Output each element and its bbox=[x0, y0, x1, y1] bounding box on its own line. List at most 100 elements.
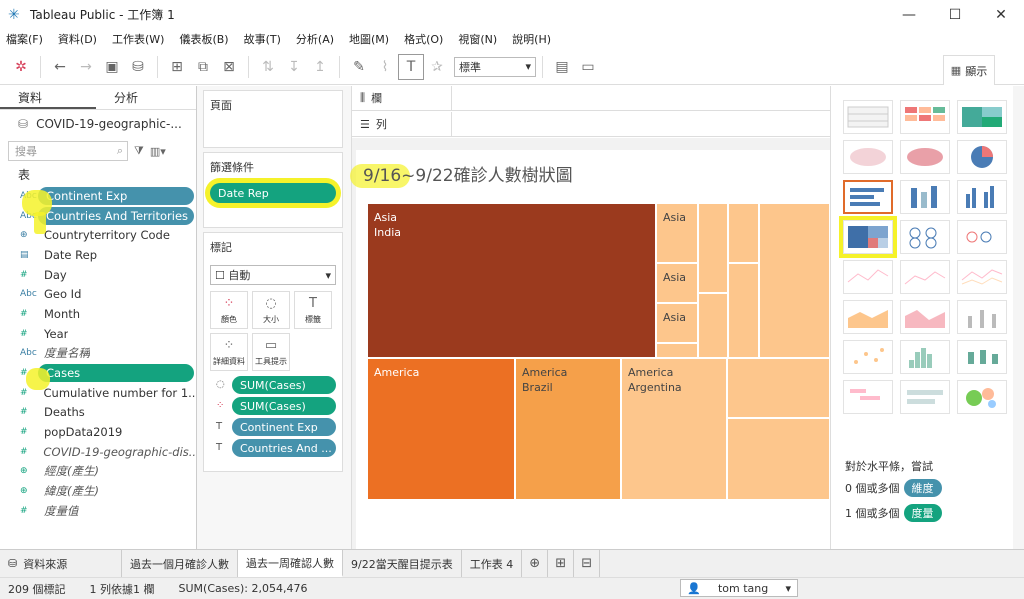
treemap-tile-asia-2[interactable]: Asia bbox=[656, 203, 698, 263]
chart-dual-line-icon[interactable] bbox=[957, 260, 1007, 294]
size-button[interactable]: ◌ 大小 bbox=[252, 291, 290, 329]
filters-card[interactable]: 篩選條件 Date Rep bbox=[203, 152, 343, 228]
duplicate-sheet-icon[interactable]: ⧉ bbox=[190, 54, 216, 80]
chart-treemap-icon[interactable] bbox=[843, 220, 893, 254]
menu-help[interactable]: 說明(H) bbox=[512, 31, 551, 47]
show-me-scrollbar[interactable] bbox=[1013, 86, 1024, 549]
treemap-tile-small[interactable] bbox=[728, 203, 759, 263]
filter-pill-date-rep[interactable]: Date Rep bbox=[210, 183, 336, 203]
chart-horizontal-bars-icon[interactable] bbox=[843, 180, 893, 214]
field-item[interactable]: Abc Geo Id bbox=[0, 284, 196, 304]
new-story-icon[interactable]: ⊟ bbox=[574, 550, 601, 577]
treemap-tile-small[interactable] bbox=[698, 203, 728, 293]
chart-side-by-side-bars-icon[interactable] bbox=[957, 180, 1007, 214]
treemap-tile-argentina[interactable]: America Argentina bbox=[621, 358, 727, 500]
tab-data[interactable]: 資料 bbox=[0, 86, 96, 109]
treemap-tile-india[interactable]: Asia India bbox=[367, 203, 656, 358]
sheet-tab[interactable]: 9/22當天醒目提示表 bbox=[343, 550, 462, 577]
view-options-icon[interactable]: ▥▾ bbox=[150, 145, 166, 158]
chart-histogram-icon[interactable] bbox=[900, 340, 950, 374]
menu-analysis[interactable]: 分析(A) bbox=[296, 31, 334, 47]
detail-button[interactable]: ⁘ 詳細資料 bbox=[210, 333, 248, 371]
field-item[interactable]: # popData2019 bbox=[0, 422, 196, 442]
label-button[interactable]: T 標籤 bbox=[294, 291, 332, 329]
show-cards-icon[interactable]: ▤ bbox=[549, 54, 575, 80]
chart-line-continuous-icon[interactable] bbox=[843, 260, 893, 294]
menu-worksheet[interactable]: 工作表(W) bbox=[112, 31, 164, 47]
new-dashboard-icon[interactable]: ⊞ bbox=[548, 550, 575, 577]
field-item[interactable]: ⊕ Countryterritory Code bbox=[0, 225, 196, 245]
tab-analytics[interactable]: 分析 bbox=[96, 86, 192, 109]
close-icon[interactable]: ✕ bbox=[978, 0, 1024, 29]
tab-data-source[interactable]: ⛁ 資料來源 bbox=[0, 550, 122, 577]
chart-stacked-bars-icon[interactable] bbox=[900, 180, 950, 214]
maximize-icon[interactable]: ☐ bbox=[932, 0, 978, 29]
redo-icon[interactable]: → bbox=[73, 54, 99, 80]
menu-format[interactable]: 格式(O) bbox=[404, 31, 443, 47]
chart-dual-combination-icon[interactable] bbox=[957, 300, 1007, 334]
field-item[interactable]: # Year bbox=[0, 324, 196, 344]
sort-descending-icon[interactable]: ↥ bbox=[307, 54, 333, 80]
sheet-tab[interactable]: 工作表 4 bbox=[462, 550, 523, 577]
fit-select[interactable]: 標準 ▾ bbox=[454, 56, 536, 77]
tooltip-button[interactable]: ▭ 工具提示 bbox=[252, 333, 290, 371]
chart-symbol-map-icon[interactable] bbox=[843, 140, 893, 174]
treemap-tile-small[interactable] bbox=[728, 263, 759, 358]
chart-highlight-table-icon[interactable] bbox=[957, 100, 1007, 134]
new-datasource-icon[interactable]: ⛁ bbox=[125, 54, 151, 80]
pages-card[interactable]: 頁面 bbox=[203, 90, 343, 148]
menu-map[interactable]: 地圖(M) bbox=[349, 31, 389, 47]
filter-icon[interactable]: ⧩ bbox=[134, 144, 144, 158]
chart-packed-bubbles-icon[interactable] bbox=[957, 380, 1007, 414]
menu-data[interactable]: 資料(D) bbox=[58, 31, 97, 47]
size-pill[interactable]: SUM(Cases) bbox=[232, 376, 336, 394]
label-pill-country[interactable]: Countries And ... bbox=[232, 439, 336, 457]
selected-field-pill[interactable]: Continent Exp bbox=[38, 186, 194, 205]
chart-heat-map-icon[interactable] bbox=[900, 100, 950, 134]
color-button[interactable]: ⁘ 顏色 bbox=[210, 291, 248, 329]
field-item[interactable]: # Month bbox=[0, 304, 196, 324]
sheet-tab-active[interactable]: 過去一周確認人數 bbox=[238, 550, 343, 577]
columns-shelf[interactable]: ⫼ 欄 bbox=[352, 86, 830, 111]
treemap-tile-small[interactable] bbox=[727, 418, 830, 500]
chart-gantt-icon[interactable] bbox=[843, 380, 893, 414]
treemap-tile-small[interactable] bbox=[698, 293, 728, 358]
save-icon[interactable]: ▣ bbox=[99, 54, 125, 80]
chart-area-discrete-icon[interactable] bbox=[900, 300, 950, 334]
datasource-item[interactable]: ⛁ COVID-19-geographic-... bbox=[0, 110, 196, 138]
menu-window[interactable]: 視窗(N) bbox=[458, 31, 497, 47]
sort-ascending-icon[interactable]: ↧ bbox=[281, 54, 307, 80]
treemap-tile-america[interactable]: America bbox=[367, 358, 515, 500]
sheet-tab[interactable]: 過去一個月確診人數 bbox=[122, 550, 238, 577]
menu-dashboard[interactable]: 儀表板(B) bbox=[179, 31, 228, 47]
treemap-tile-asia-4[interactable]: Asia bbox=[656, 303, 698, 343]
menu-file[interactable]: 檔案(F) bbox=[6, 31, 43, 47]
chart-circle-view-icon[interactable] bbox=[900, 220, 950, 254]
treemap-tile-small[interactable] bbox=[759, 203, 830, 358]
mark-type-select[interactable]: ☐ 自動 ▾ bbox=[210, 265, 336, 285]
chart-box-whisker-icon[interactable] bbox=[957, 340, 1007, 374]
show-labels-icon[interactable]: T bbox=[398, 53, 424, 80]
field-search-input[interactable]: 搜尋 ⌕ bbox=[8, 141, 128, 161]
new-worksheet-icon[interactable]: ⊕ bbox=[522, 550, 549, 577]
presentation-mode-icon[interactable]: ▭ bbox=[575, 54, 601, 80]
group-icon[interactable]: ⌇ bbox=[372, 54, 398, 80]
field-item[interactable]: # 度量值 bbox=[0, 501, 196, 521]
user-menu[interactable]: 👤 tom tang ▾ bbox=[680, 579, 798, 597]
chart-scatter-icon[interactable] bbox=[843, 340, 893, 374]
show-me-tab[interactable]: ▦ 顯示 bbox=[943, 55, 995, 85]
field-item[interactable]: ▤ Date Rep bbox=[0, 245, 196, 265]
field-item[interactable]: ⊕ 經度(產生) bbox=[0, 462, 196, 482]
chart-text-table-icon[interactable] bbox=[843, 100, 893, 134]
treemap-tile-asia-3[interactable]: Asia bbox=[656, 263, 698, 303]
chart-area-continuous-icon[interactable] bbox=[843, 300, 893, 334]
menu-story[interactable]: 故事(T) bbox=[244, 31, 281, 47]
chart-side-by-side-circles-icon[interactable] bbox=[957, 220, 1007, 254]
color-pill[interactable]: SUM(Cases) bbox=[232, 397, 336, 415]
tableau-home-icon[interactable]: ✲ bbox=[8, 54, 34, 80]
field-item[interactable]: # COVID-19-geographic-dis... bbox=[0, 442, 196, 462]
minimize-icon[interactable]: — bbox=[886, 0, 932, 29]
field-item[interactable]: ⊕ 緯度(產生) bbox=[0, 481, 196, 501]
new-worksheet-icon[interactable]: ⊞ bbox=[164, 54, 190, 80]
chart-line-discrete-icon[interactable] bbox=[900, 260, 950, 294]
